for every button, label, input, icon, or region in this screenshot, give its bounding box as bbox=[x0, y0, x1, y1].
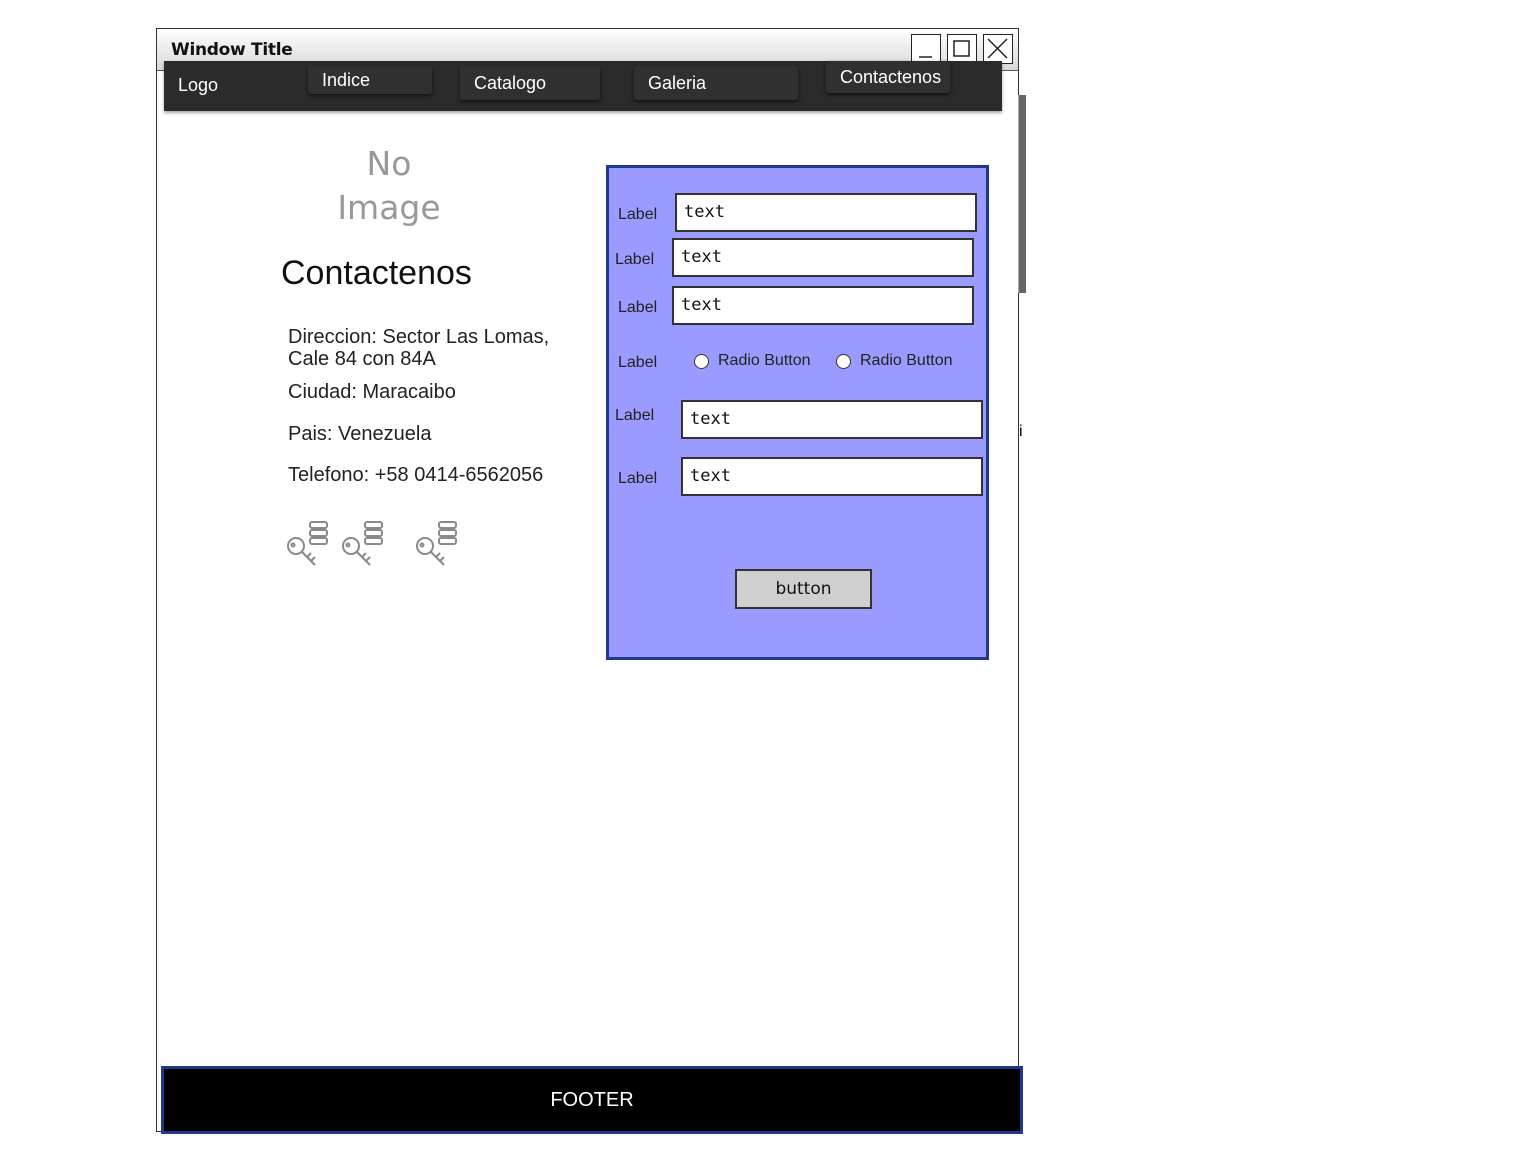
stray-text: i bbox=[1019, 423, 1023, 440]
phone-text: Telefono: +58 0414-6562056 bbox=[288, 464, 544, 486]
window-title: Window Title bbox=[171, 40, 293, 60]
country-text: Pais: Venezuela bbox=[288, 423, 432, 445]
image-placeholder: No Image bbox=[337, 144, 441, 227]
form-label: Label bbox=[618, 354, 658, 371]
radio-circle-icon bbox=[836, 353, 851, 369]
form-label: Label bbox=[615, 251, 655, 268]
submit-button[interactable]: button bbox=[735, 569, 872, 609]
address-line-1: Direccion: Sector Las Lomas, bbox=[288, 326, 550, 348]
key-database-icon[interactable] bbox=[340, 519, 386, 567]
text-field[interactable]: text bbox=[672, 238, 974, 277]
nav-bar: Logo Indice Catalogo Galeria Contactenos bbox=[164, 61, 1002, 111]
contact-form: Label text Label text Label text Label R… bbox=[606, 165, 989, 660]
page-title: Contactenos bbox=[281, 254, 472, 292]
footer: FOOTER bbox=[161, 1066, 1023, 1134]
city-text: Ciudad: Maracaibo bbox=[288, 381, 456, 403]
text-field[interactable]: text bbox=[675, 193, 977, 232]
radio-label: Radio Button bbox=[718, 352, 811, 369]
key-database-icon[interactable] bbox=[414, 519, 460, 567]
close-button[interactable] bbox=[983, 34, 1013, 64]
form-label: Label bbox=[618, 206, 658, 223]
minimize-icon bbox=[919, 56, 932, 58]
form-label: Label bbox=[615, 407, 655, 424]
maximize-icon bbox=[953, 40, 970, 57]
nav-logo[interactable]: Logo bbox=[178, 75, 218, 96]
minimize-button[interactable] bbox=[911, 34, 941, 64]
radio-button[interactable]: Radio Button bbox=[694, 352, 811, 370]
maximize-button[interactable] bbox=[947, 34, 977, 64]
tab-catalogo[interactable]: Catalogo bbox=[460, 66, 600, 100]
tab-indice[interactable]: Indice bbox=[308, 66, 432, 94]
scrollbar-edge bbox=[1018, 95, 1026, 293]
form-label: Label bbox=[618, 299, 658, 316]
text-field[interactable]: text bbox=[681, 457, 983, 496]
radio-circle-icon bbox=[694, 353, 709, 369]
form-label: Label bbox=[618, 470, 658, 487]
key-database-icon[interactable] bbox=[285, 519, 331, 567]
text-field[interactable]: text bbox=[672, 286, 974, 325]
tab-galeria[interactable]: Galeria bbox=[634, 66, 798, 100]
radio-button[interactable]: Radio Button bbox=[836, 352, 953, 370]
close-icon bbox=[987, 38, 1008, 59]
radio-label: Radio Button bbox=[860, 352, 953, 369]
tab-contactenos[interactable]: Contactenos bbox=[826, 61, 950, 93]
address-line-2: Cale 84 con 84A bbox=[288, 348, 436, 370]
text-field[interactable]: text bbox=[681, 400, 983, 439]
